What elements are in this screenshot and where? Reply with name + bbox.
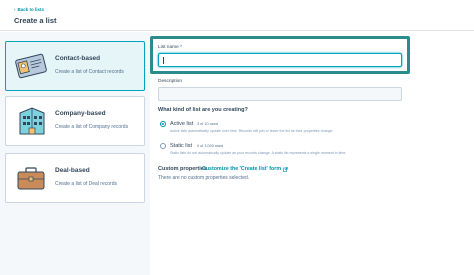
card-description: Create a list of Company records bbox=[55, 124, 129, 130]
description-input[interactable] bbox=[158, 87, 402, 101]
active-list-radio[interactable] bbox=[160, 121, 166, 127]
chevron-left-icon: ‹ bbox=[14, 7, 16, 12]
card-description: Create a list of Contact records bbox=[55, 69, 124, 75]
text-caret bbox=[163, 57, 164, 64]
static-list-usage: 0 of 1,000 used bbox=[197, 144, 224, 148]
active-list-usage: 3 of 10 used bbox=[197, 122, 218, 126]
custom-properties-label: Custom properties bbox=[158, 166, 207, 172]
top-bar: ‹ Back to lists Create a list bbox=[0, 0, 474, 31]
back-to-lists-link[interactable]: ‹ Back to lists bbox=[14, 7, 44, 12]
description-label: Description bbox=[158, 79, 182, 84]
card-deal-based[interactable]: Deal-based Create a list of Deal records bbox=[5, 153, 145, 203]
card-title: Deal-based bbox=[55, 167, 90, 174]
customize-form-link[interactable]: Customize the 'Create list' form bbox=[202, 166, 288, 172]
company-building-icon bbox=[19, 107, 45, 135]
list-type-question: What kind of list are you creating? bbox=[158, 107, 248, 113]
contact-card-icon bbox=[15, 53, 47, 79]
custom-properties-empty-text: There are no custom properties selected. bbox=[158, 175, 250, 181]
static-list-radio[interactable] bbox=[160, 143, 166, 149]
customize-form-link-label: Customize the 'Create list' form bbox=[202, 166, 282, 172]
list-name-input[interactable] bbox=[158, 53, 402, 67]
active-list-label: Active list bbox=[170, 121, 194, 127]
card-contact-based[interactable]: Contact-based Create a list of Contact r… bbox=[5, 41, 145, 91]
card-title: Company-based bbox=[55, 110, 106, 117]
card-company-based[interactable]: Company-based Create a list of Company r… bbox=[5, 96, 145, 146]
static-list-description: Static lists do not automatically update… bbox=[170, 151, 347, 155]
external-link-icon bbox=[283, 166, 288, 172]
card-description: Create a list of Deal records bbox=[55, 181, 117, 187]
static-list-label: Static list bbox=[170, 143, 193, 149]
page-title: Create a list bbox=[14, 16, 57, 25]
deal-briefcase-icon bbox=[17, 167, 45, 190]
list-name-label: List name * bbox=[158, 45, 182, 50]
back-link-label: Back to lists bbox=[17, 7, 45, 12]
active-list-description: Active lists automatically update over t… bbox=[170, 129, 334, 133]
card-title: Contact-based bbox=[55, 55, 101, 62]
